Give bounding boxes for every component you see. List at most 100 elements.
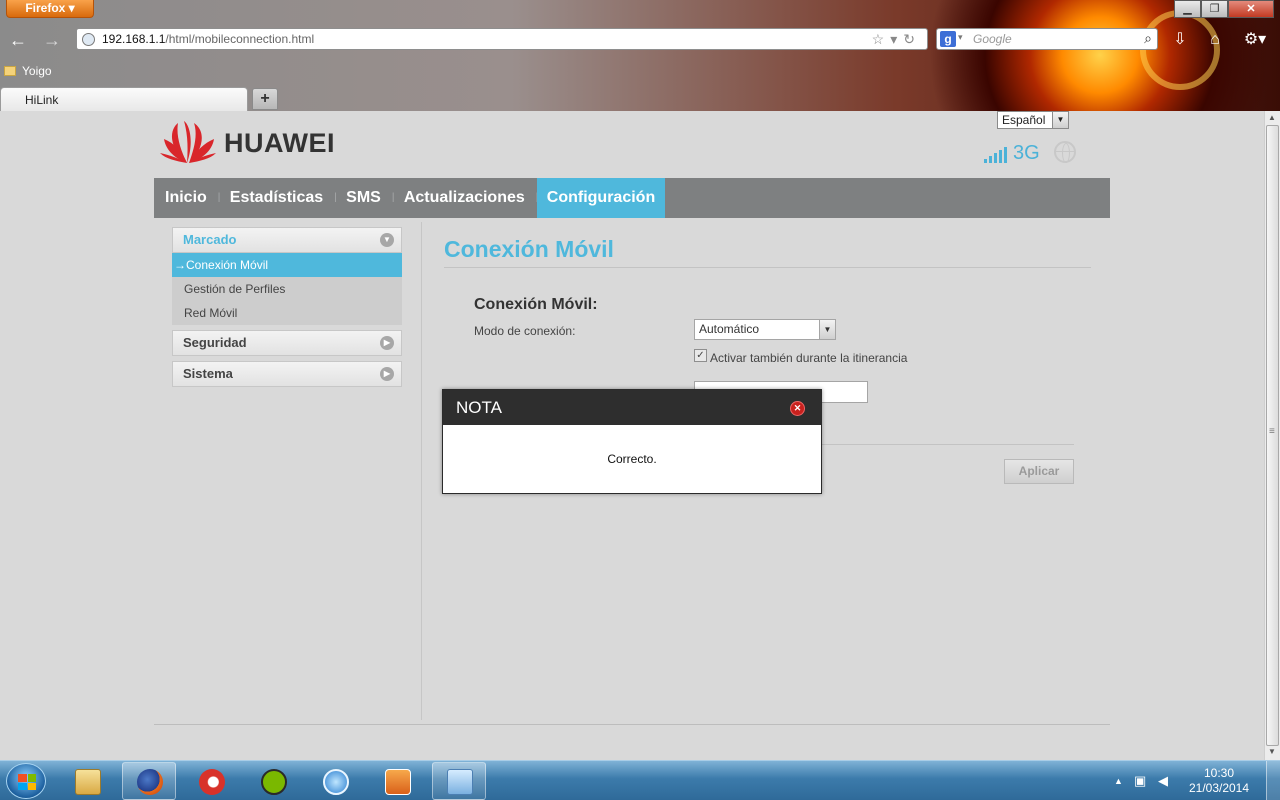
scrollbar-thumb[interactable] [1266,125,1279,746]
new-tab-button[interactable]: + [252,88,278,110]
item-label: Red Móvil [184,306,238,320]
nav-configuracion[interactable]: Configuración [536,178,666,218]
network-icon[interactable]: ▣ [1134,773,1146,789]
network-type: 3G [1013,142,1040,164]
minimize-button[interactable]: ▁ [1174,0,1201,18]
spotify-icon [261,769,287,795]
engine-dropdown-icon[interactable]: ▾ [958,32,963,43]
itunes-icon [323,769,349,795]
taskbar-itunes[interactable] [308,762,362,800]
clock-time: 10:30 [1203,766,1235,780]
address-text[interactable]: 192.168.1.1/html/mobileconnection.html [102,32,314,46]
nav-sms[interactable]: SMS [335,178,392,218]
browser-chrome: Firefox ▾ ▁ ❐ ✕ ← → 192.168.1.1/html/mob… [0,0,1280,111]
form-title: Conexión Móvil: [474,296,598,313]
chevron-down-icon[interactable]: ▼ [1052,112,1068,128]
item-label: Conexión Móvil [186,258,269,272]
huawei-flower-icon [160,121,216,163]
back-icon[interactable]: ← [8,30,28,50]
bookmark-yoigo[interactable]: Yoigo [4,64,52,78]
apply-label: Aplicar [1018,464,1060,478]
bookmark-star-icon[interactable]: ☆ [872,31,891,47]
search-placeholder: Google [973,32,1012,46]
nav-inicio[interactable]: Inicio [154,178,218,218]
windows-taskbar: ▲ ▣ ◀ 10:30 21/03/2014 [0,760,1280,800]
dropdown-icon[interactable]: ▾ [890,31,903,47]
vertical-scrollbar[interactable]: ▲ ▼ [1264,111,1280,760]
show-desktop-button[interactable] [1266,761,1280,800]
restore-button[interactable]: ❐ [1201,0,1228,18]
settings-sidebar: Marcado ▼ →Conexión Móvil Gestión de Per… [172,227,402,392]
huawei-logo: HUAWEI [160,121,335,165]
main-navigation: Inicio | Estadísticas | SMS | Actualizac… [154,178,1110,218]
taskbar-media-player[interactable] [370,762,424,800]
roaming-checkbox[interactable]: ✓ [694,349,707,362]
nav-actualizaciones[interactable]: Actualizaciones [393,178,536,218]
sidebar-item-red-movil[interactable]: Red Móvil [172,301,402,325]
taskbar-spotify[interactable] [246,762,300,800]
nav-estadisticas[interactable]: Estadísticas [219,178,334,218]
nav-label: Configuración [546,189,656,206]
close-icon[interactable]: ✕ [790,401,805,416]
tab-hilink[interactable]: HiLink [0,87,248,111]
title-divider [444,267,1091,268]
firefox-menu-label: Firefox [25,1,66,15]
close-window-button[interactable]: ✕ [1228,0,1274,18]
sidebar-item-gestion-perfiles[interactable]: Gestión de Perfiles [172,277,402,301]
footer-divider [154,724,1110,725]
control-panel-icon [447,769,473,795]
windows-logo-icon [18,774,36,790]
dialog-message: Correcto. [607,452,657,466]
page-title: Conexión Móvil [444,236,614,262]
scroll-up-icon[interactable]: ▲ [1268,113,1276,122]
firefox-theme-ring [1140,10,1220,90]
chevron-right-icon: ▶ [380,367,394,381]
google-engine-icon[interactable]: g [940,31,956,47]
downloads-icon[interactable]: ⇩ [1170,30,1190,50]
sidebar-section-marcado[interactable]: Marcado ▼ [172,227,402,253]
dialog-header: NOTA ✕ [443,390,821,425]
address-bar[interactable]: 192.168.1.1/html/mobileconnection.html ☆… [76,28,928,50]
bookmark-label: Yoigo [22,64,52,78]
start-button[interactable] [6,763,46,799]
show-hidden-icons[interactable]: ▲ [1114,776,1123,786]
dialog-title: NOTA [456,398,502,417]
marcado-submenu: →Conexión Móvil Gestión de Perfiles Red … [172,253,402,325]
search-bar[interactable]: g ▾ Google ⌕ [936,28,1158,50]
apply-button[interactable]: Aplicar [1004,459,1074,484]
chevron-right-icon: ▶ [380,336,394,350]
folder-icon [75,769,101,795]
url-path: /html/mobileconnection.html [165,32,315,46]
nav-label: Estadísticas [229,189,324,206]
sidebar-item-conexion-movil[interactable]: →Conexión Móvil [172,253,402,277]
system-tray: ▲ ▣ ◀ 10:30 21/03/2014 [1110,761,1280,800]
sidebar-section-sistema[interactable]: Sistema ▶ [172,361,402,387]
firefox-icon [137,769,163,795]
taskbar-explorer[interactable] [60,762,114,800]
firefox-menu-button[interactable]: Firefox ▾ [6,0,94,18]
search-icon[interactable]: ⌕ [1144,30,1152,47]
taskbar-ccleaner[interactable] [184,762,238,800]
scroll-down-icon[interactable]: ▼ [1268,747,1276,756]
chevron-down-icon[interactable]: ▼ [819,320,835,339]
site-identity-icon[interactable] [82,33,95,46]
window-controls: ▁ ❐ ✕ [1174,0,1274,18]
section-label: Sistema [183,366,233,381]
roaming-label: Activar también durante la itinerancia [710,351,908,365]
connection-mode-select[interactable]: Automático ▼ [694,319,836,340]
home-icon[interactable]: ⌂ [1205,30,1225,50]
taskbar-control-panel[interactable] [432,762,486,800]
forward-icon[interactable]: → [42,30,62,50]
nav-label: Actualizaciones [403,189,525,206]
taskbar-firefox[interactable] [122,762,176,800]
volume-icon[interactable]: ◀ [1158,773,1168,789]
reload-icon[interactable]: ↻ [903,31,921,47]
nav-label: Inicio [165,189,207,206]
section-label: Seguridad [183,335,247,350]
addon-icon[interactable]: ⚙▾ [1240,30,1270,50]
ccleaner-icon [199,769,225,795]
clock[interactable]: 10:30 21/03/2014 [1184,766,1254,796]
new-tab-label: + [260,90,270,107]
sidebar-section-seguridad[interactable]: Seguridad ▶ [172,330,402,356]
language-select[interactable]: Español ▼ [997,111,1069,129]
